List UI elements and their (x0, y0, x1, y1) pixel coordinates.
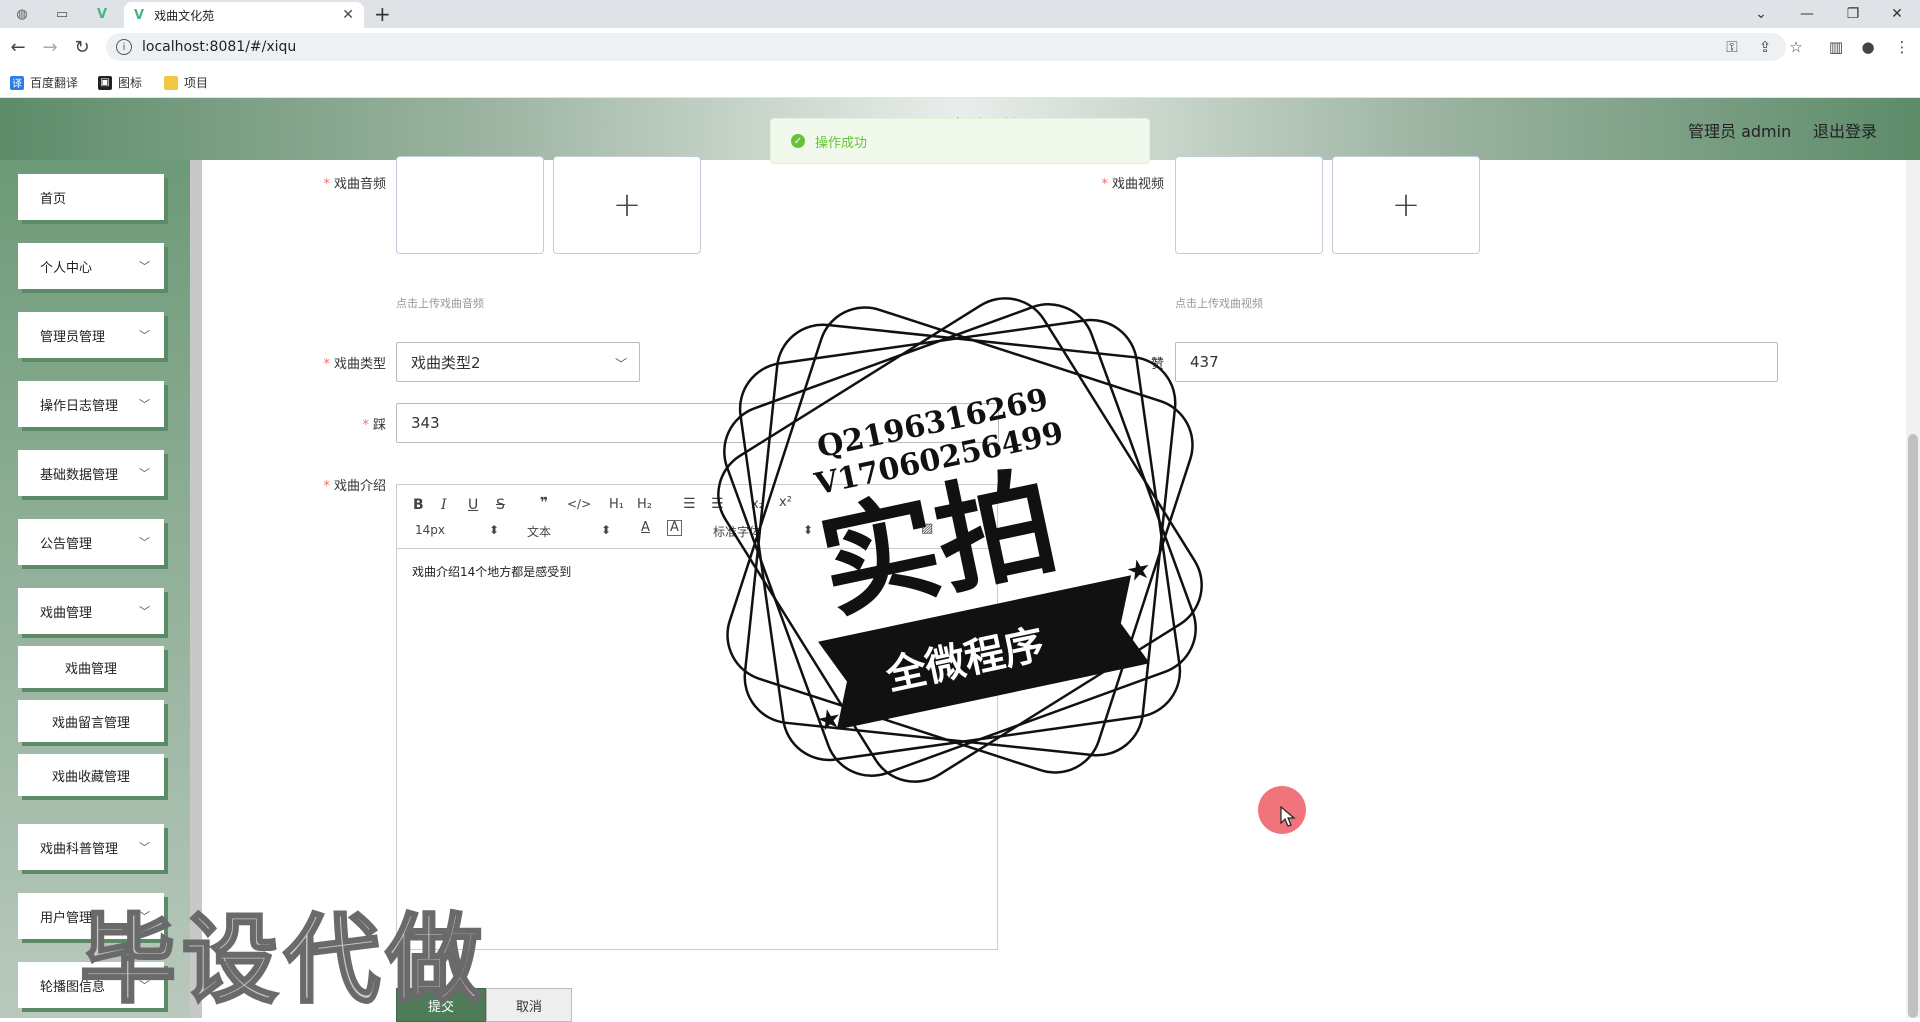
sidebar-item-notice[interactable]: 公告管理 ﹀ (18, 519, 164, 565)
plus-icon: + (1391, 185, 1421, 225)
url-text: localhost:8081/#/xiqu (142, 39, 297, 55)
sidebar-subitem-xiqu-favorites[interactable]: 戏曲收藏管理 (18, 754, 164, 796)
close-window-icon[interactable]: ✕ (1874, 0, 1920, 28)
h1-icon[interactable]: H₁ (609, 497, 624, 512)
site-info-icon[interactable]: i (116, 39, 132, 55)
chevron-up-icon: ﹀ (139, 605, 150, 618)
chevron-down-icon: ﹀ (139, 841, 150, 854)
vue-logo-icon: V (134, 7, 145, 23)
tab-search-icon[interactable]: ⌄ (1738, 0, 1784, 28)
chevron-down-icon: ﹀ (614, 357, 627, 371)
bookmark-baidu-translate[interactable]: 译 百度翻译 (10, 74, 78, 91)
watermark-text: 毕设代做 (79, 903, 488, 1018)
active-browser-tab[interactable]: V 戏曲文化苑 ✕ (124, 2, 364, 28)
browser-tab-bar: ◍ ▭ V V 戏曲文化苑 ✕ + ⌄ — ❐ ✕ (0, 0, 1920, 28)
star-icon: ★ (813, 701, 844, 738)
sidebar-subitem-xiqu-comments[interactable]: 戏曲留言管理 (18, 700, 164, 742)
type-select[interactable]: 戏曲类型2 ﹀ (396, 342, 640, 382)
url-field[interactable]: i localhost:8081/#/xiqu (106, 33, 1786, 61)
audio-upload-hint: 点击上传戏曲音频 (396, 297, 484, 310)
chevron-down-icon: ﹀ (139, 329, 150, 342)
share-icon[interactable]: ⇪ (1755, 37, 1775, 57)
sidebar-item-basedata[interactable]: 基础数据管理 ﹀ (18, 450, 164, 496)
sidebar-item-xiqu-science[interactable]: 戏曲科普管理 ﹀ (18, 824, 164, 870)
vue-tab-icon[interactable]: V (88, 4, 116, 24)
cancel-button[interactable]: 取消 (486, 988, 572, 1022)
minimize-icon[interactable]: — (1784, 0, 1830, 28)
bold-icon[interactable]: B (413, 497, 424, 513)
ordered-list-icon[interactable]: ☰ (683, 496, 696, 512)
audio-upload-button[interactable]: + (553, 156, 701, 254)
strike-icon[interactable]: S (496, 497, 505, 513)
underline-icon[interactable]: U (468, 497, 478, 513)
bookmarks-bar: 译 百度翻译 ▣ 图标 项目 (0, 66, 1920, 98)
tab-title: 戏曲文化苑 (154, 8, 215, 23)
chevron-down-icon: ﹀ (139, 260, 150, 273)
chevron-down-icon: ﹀ (139, 467, 150, 480)
likes-input[interactable]: 437 (1175, 342, 1778, 382)
blockquote-icon[interactable]: ❞ (540, 495, 548, 511)
italic-icon[interactable]: I (441, 497, 447, 513)
video-upload-button[interactable]: + (1332, 156, 1480, 254)
chevron-down-icon: ﹀ (139, 398, 150, 411)
code-icon[interactable]: </> (567, 497, 591, 511)
success-toast: ✓ 操作成功 (770, 118, 1150, 164)
background-color-icon[interactable]: A (667, 520, 682, 536)
mouse-cursor-icon (1280, 806, 1296, 827)
chevron-down-icon: ﹀ (139, 536, 150, 549)
plus-icon: + (612, 185, 642, 225)
video-upload-preview (1175, 156, 1323, 254)
scrollbar-thumb[interactable] (1908, 434, 1918, 1018)
key-icon[interactable]: ⚿ (1722, 37, 1742, 57)
bookmark-project[interactable]: 项目 (164, 74, 208, 91)
blank-tab-icon[interactable]: ▭ (48, 4, 76, 24)
new-tab-icon[interactable]: + (374, 2, 391, 26)
side-panel-icon[interactable]: ▥ (1826, 37, 1846, 57)
restore-icon[interactable]: ❐ (1830, 0, 1876, 28)
translate-icon: 译 (10, 75, 24, 90)
sidebar-item-oplog[interactable]: 操作日志管理 ﹀ (18, 381, 164, 427)
menu-kebab-icon[interactable]: ⋮ (1892, 37, 1912, 57)
dislikes-label: * 踩 (362, 418, 386, 433)
type-label: * 戏曲类型 (323, 357, 386, 372)
current-user: 管理员 admin (1688, 122, 1792, 141)
stamp-watermark: Q2196316269 V17060256499 实拍 全微程序 ★ ★ (717, 297, 1203, 783)
toast-message: 操作成功 (815, 135, 868, 151)
font-size-select[interactable]: 14px ⬍ (415, 523, 499, 537)
profile-avatar-icon[interactable]: ● (1858, 37, 1878, 57)
video-label: * 戏曲视频 (1101, 177, 1164, 192)
globe-icon[interactable]: ◍ (8, 4, 36, 24)
image-icon: ▣ (98, 75, 112, 90)
h2-icon[interactable]: H₂ (637, 497, 652, 512)
address-bar-row: ← → ↻ i localhost:8081/#/xiqu ⚿ ⇪ ☆ ▥ ● … (0, 28, 1920, 66)
back-icon[interactable]: ← (6, 35, 30, 59)
audio-label: * 戏曲音频 (323, 177, 386, 192)
paragraph-select[interactable]: 文本 ⬍ (527, 523, 611, 540)
sidebar-item-profile[interactable]: 个人中心 ﹀ (18, 243, 164, 289)
logout-link[interactable]: 退出登录 (1813, 118, 1877, 142)
bookmark-star-icon[interactable]: ☆ (1786, 37, 1806, 57)
bookmark-icons[interactable]: ▣ 图标 (98, 74, 142, 91)
forward-icon[interactable]: → (38, 35, 62, 59)
font-color-icon[interactable]: A (641, 520, 650, 535)
sidebar-subitem-xiqu-manage[interactable]: 戏曲管理 (18, 646, 164, 688)
sidebar-item-xiqu[interactable]: 戏曲管理 ﹀ (18, 588, 164, 634)
editor-content[interactable]: 戏曲介绍14个地方都是感受到 (412, 563, 571, 580)
star-icon: ★ (1123, 551, 1154, 588)
close-tab-icon[interactable]: ✕ (342, 7, 354, 23)
sidebar-item-home[interactable]: 首页 (18, 174, 164, 220)
check-circle-icon: ✓ (791, 134, 805, 148)
audio-upload-preview (396, 156, 544, 254)
intro-label: * 戏曲介绍 (323, 479, 386, 494)
reload-icon[interactable]: ↻ (70, 35, 94, 59)
folder-icon (164, 75, 178, 90)
sidebar-item-admins[interactable]: 管理员管理 ﹀ (18, 312, 164, 358)
